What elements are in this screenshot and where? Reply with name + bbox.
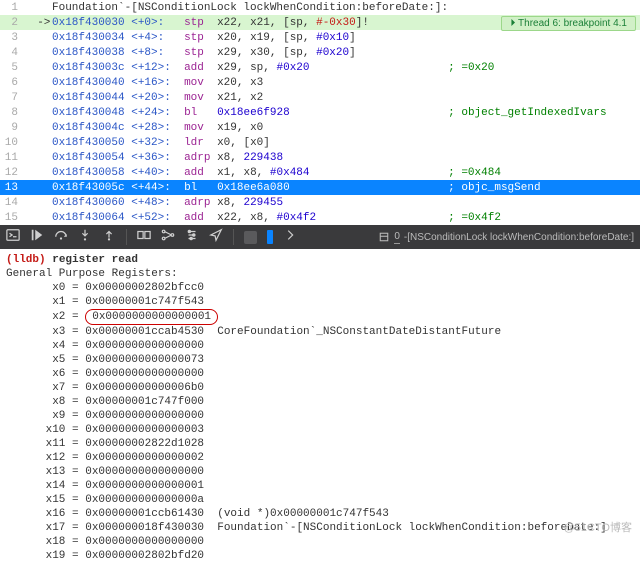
location-icon[interactable] [209,228,223,246]
asm-line[interactable]: 1 Foundation`-[NSConditionLock lockWhenCo… [0,0,640,15]
asm-line[interactable]: 6 0x18f430040 <+16>: mov x20, x3 [0,75,640,90]
register-line: x7 = 0x00000000000006b0 [6,381,634,395]
toolbar-box[interactable] [244,231,257,244]
register-line: x19 = 0x00000002802bfd20 [6,549,634,563]
line-number: 7 [0,92,24,104]
asm-line[interactable]: 11 0x18f430054 <+36>: adrp x8, 229438 [0,150,640,165]
line-number: 9 [0,122,24,134]
register-line: x8 = 0x00000001c747f000 [6,395,634,409]
asm-line[interactable]: 9 0x18f43004c <+28>: mov x19, x0 [0,120,640,135]
continue-icon[interactable] [30,228,44,246]
register-line: x16 = 0x00000001ccb61430 (void *)0x00000… [6,507,634,521]
separator [126,229,127,245]
register-line: x15 = 0x000000000000000a [6,493,634,507]
asm-code: 0x18f430054 <+36>: adrp x8, 229438 [52,152,640,164]
register-line: x9 = 0x0000000000000000 [6,409,634,423]
step-over-icon[interactable] [54,228,68,246]
asm-code: 0x18f430064 <+52>: add x22, x8, #0x4f2 ;… [52,212,640,224]
asm-line[interactable]: 7 0x18f430044 <+20>: mov x21, x2 [0,90,640,105]
line-number: 2 [0,17,24,29]
disassembly-pane[interactable]: 1 Foundation`-[NSConditionLock lockWhenCo… [0,0,640,225]
register-line: x3 = 0x00000001ccab4530 CoreFoundation`_… [6,325,634,339]
line-number: 12 [0,167,24,179]
line-number: 10 [0,137,24,149]
asm-line[interactable]: 3 0x18f430034 <+4>: stp x20, x19, [sp, #0… [0,30,640,45]
asm-code: 0x18f430034 <+4>: stp x20, x19, [sp, #0x… [52,32,640,44]
asm-line[interactable]: 8 0x18f430048 <+24>: bl 0x18ee6f928 ; obj… [0,105,640,120]
chevron-right-icon[interactable] [283,228,297,246]
separator [233,229,234,245]
register-line: x18 = 0x0000000000000000 [6,535,634,549]
pc-arrow: -> [24,17,52,29]
asm-line[interactable]: 12 0x18f430058 <+40>: add x1, x8, #0x484 … [0,165,640,180]
asm-code: 0x18f430060 <+48>: adrp x8, 229455 [52,197,640,209]
step-into-icon[interactable] [78,228,92,246]
asm-code: Foundation`-[NSConditionLock lockWhenCon… [52,2,640,14]
line-number: 6 [0,77,24,89]
jump-prefix: 0 [394,231,400,244]
register-line: x17 = 0x000000018f430030 Foundation`-[NS… [6,521,634,535]
register-line: x11 = 0x00000002822d1028 [6,437,634,451]
asm-code: 0x18f43004c <+28>: mov x19, x0 [52,122,640,134]
line-number: 1 [0,2,24,14]
env-overrides-icon[interactable] [185,228,199,246]
asm-code: 0x18f430038 <+8>: stp x29, x30, [sp, #0x… [52,47,640,59]
asm-code: 0x18f430050 <+32>: ldr x0, [x0] [52,137,640,149]
breakpoint-toggle-icon[interactable] [267,230,273,244]
line-number: 3 [0,32,24,44]
watermark: @51CTO博客 [564,519,632,535]
line-number: 13 [0,182,24,194]
asm-line[interactable]: 5 0x18f43003c <+12>: add x29, sp, #0x20 ;… [0,60,640,75]
lldb-prompt: (lldb) [6,254,46,266]
asm-line[interactable]: 10 0x18f430050 <+32>: ldr x0, [x0] [0,135,640,150]
jump-target-label: -[NSConditionLock lockWhenCondition:befo… [404,232,634,243]
debug-toolbar: 0 -[NSConditionLock lockWhenCondition:be… [0,225,640,249]
console-icon[interactable] [6,228,20,246]
asm-line[interactable]: 15 0x18f430064 <+52>: add x22, x8, #0x4f2… [0,210,640,225]
register-line: x5 = 0x0000000000000073 [6,353,634,367]
register-line: x2 = 0x0000000000000001 [6,309,634,325]
lldb-command: register read [52,254,138,266]
breakpoint-badge: ⏵ Thread 6: breakpoint 4.1 [501,16,636,31]
line-number: 15 [0,212,24,224]
line-number: 8 [0,107,24,119]
play-icon: ⏵ [510,18,515,29]
asm-code: 0x18f430058 <+40>: add x1, x8, #0x484 ; … [52,167,640,179]
asm-code: 0x18f430044 <+20>: mov x21, x2 [52,92,640,104]
breakpoint-text: Thread 6: breakpoint 4.1 [518,18,627,29]
line-number: 14 [0,197,24,209]
line-number: 4 [0,47,24,59]
asm-line[interactable]: 13 0x18f43005c <+44>: bl 0x18ee6a080 ; ob… [0,180,640,195]
register-line: x6 = 0x0000000000000000 [6,367,634,381]
register-line: x10 = 0x0000000000000003 [6,423,634,437]
line-number: 11 [0,152,24,164]
lldb-console[interactable]: (lldb) register read General Purpose Reg… [0,249,640,571]
asm-code: 0x18f43003c <+12>: add x29, sp, #0x20 ; … [52,62,640,74]
memory-graph-icon[interactable] [161,228,175,246]
step-out-icon[interactable] [102,228,116,246]
register-line: x1 = 0x00000001c747f543 [6,295,634,309]
register-line: x0 = 0x00000002802bfcc0 [6,281,634,295]
register-line: x12 = 0x0000000000000002 [6,451,634,465]
asm-code: 0x18f430040 <+16>: mov x20, x3 [52,77,640,89]
console-title: General Purpose Registers: [6,267,634,281]
debug-view-icon[interactable] [137,228,151,246]
register-line: x14 = 0x0000000000000001 [6,479,634,493]
asm-line[interactable]: 14 0x18f430060 <+48>: adrp x8, 229455 [0,195,640,210]
asm-code: 0x18f43005c <+44>: bl 0x18ee6a080 ; objc… [52,182,640,194]
jump-bar[interactable]: 0 -[NSConditionLock lockWhenCondition:be… [378,231,634,244]
register-line: x13 = 0x0000000000000000 [6,465,634,479]
asm-code: 0x18f430048 <+24>: bl 0x18ee6f928 ; obje… [52,107,640,119]
line-number: 5 [0,62,24,74]
asm-line[interactable]: 4 0x18f430038 <+8>: stp x29, x30, [sp, #0… [0,45,640,60]
console-prompt-line: (lldb) register read [6,253,634,267]
register-line: x4 = 0x0000000000000000 [6,339,634,353]
